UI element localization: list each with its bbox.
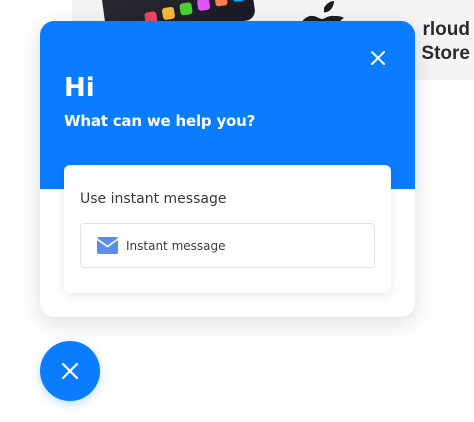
instant-message-label: Instant message bbox=[126, 239, 226, 253]
store-logo-text: rloud Store bbox=[421, 19, 470, 64]
instant-message-button[interactable]: Instant message bbox=[80, 223, 375, 268]
contact-card: Use instant message Instant message bbox=[64, 165, 391, 293]
close-icon bbox=[371, 51, 385, 65]
page: rloud Store Hi What can we help you? Use… bbox=[0, 0, 474, 422]
greeting-title: Hi bbox=[64, 73, 95, 103]
widget-header: Hi What can we help you? bbox=[40, 21, 415, 189]
close-icon bbox=[61, 362, 79, 380]
chat-launcher-button[interactable] bbox=[40, 341, 100, 401]
close-button[interactable] bbox=[368, 48, 388, 68]
card-title: Use instant message bbox=[80, 191, 227, 207]
chat-widget: Hi What can we help you? Use instant mes… bbox=[40, 21, 415, 317]
envelope-icon bbox=[97, 237, 118, 254]
greeting-subtitle: What can we help you? bbox=[64, 112, 256, 130]
